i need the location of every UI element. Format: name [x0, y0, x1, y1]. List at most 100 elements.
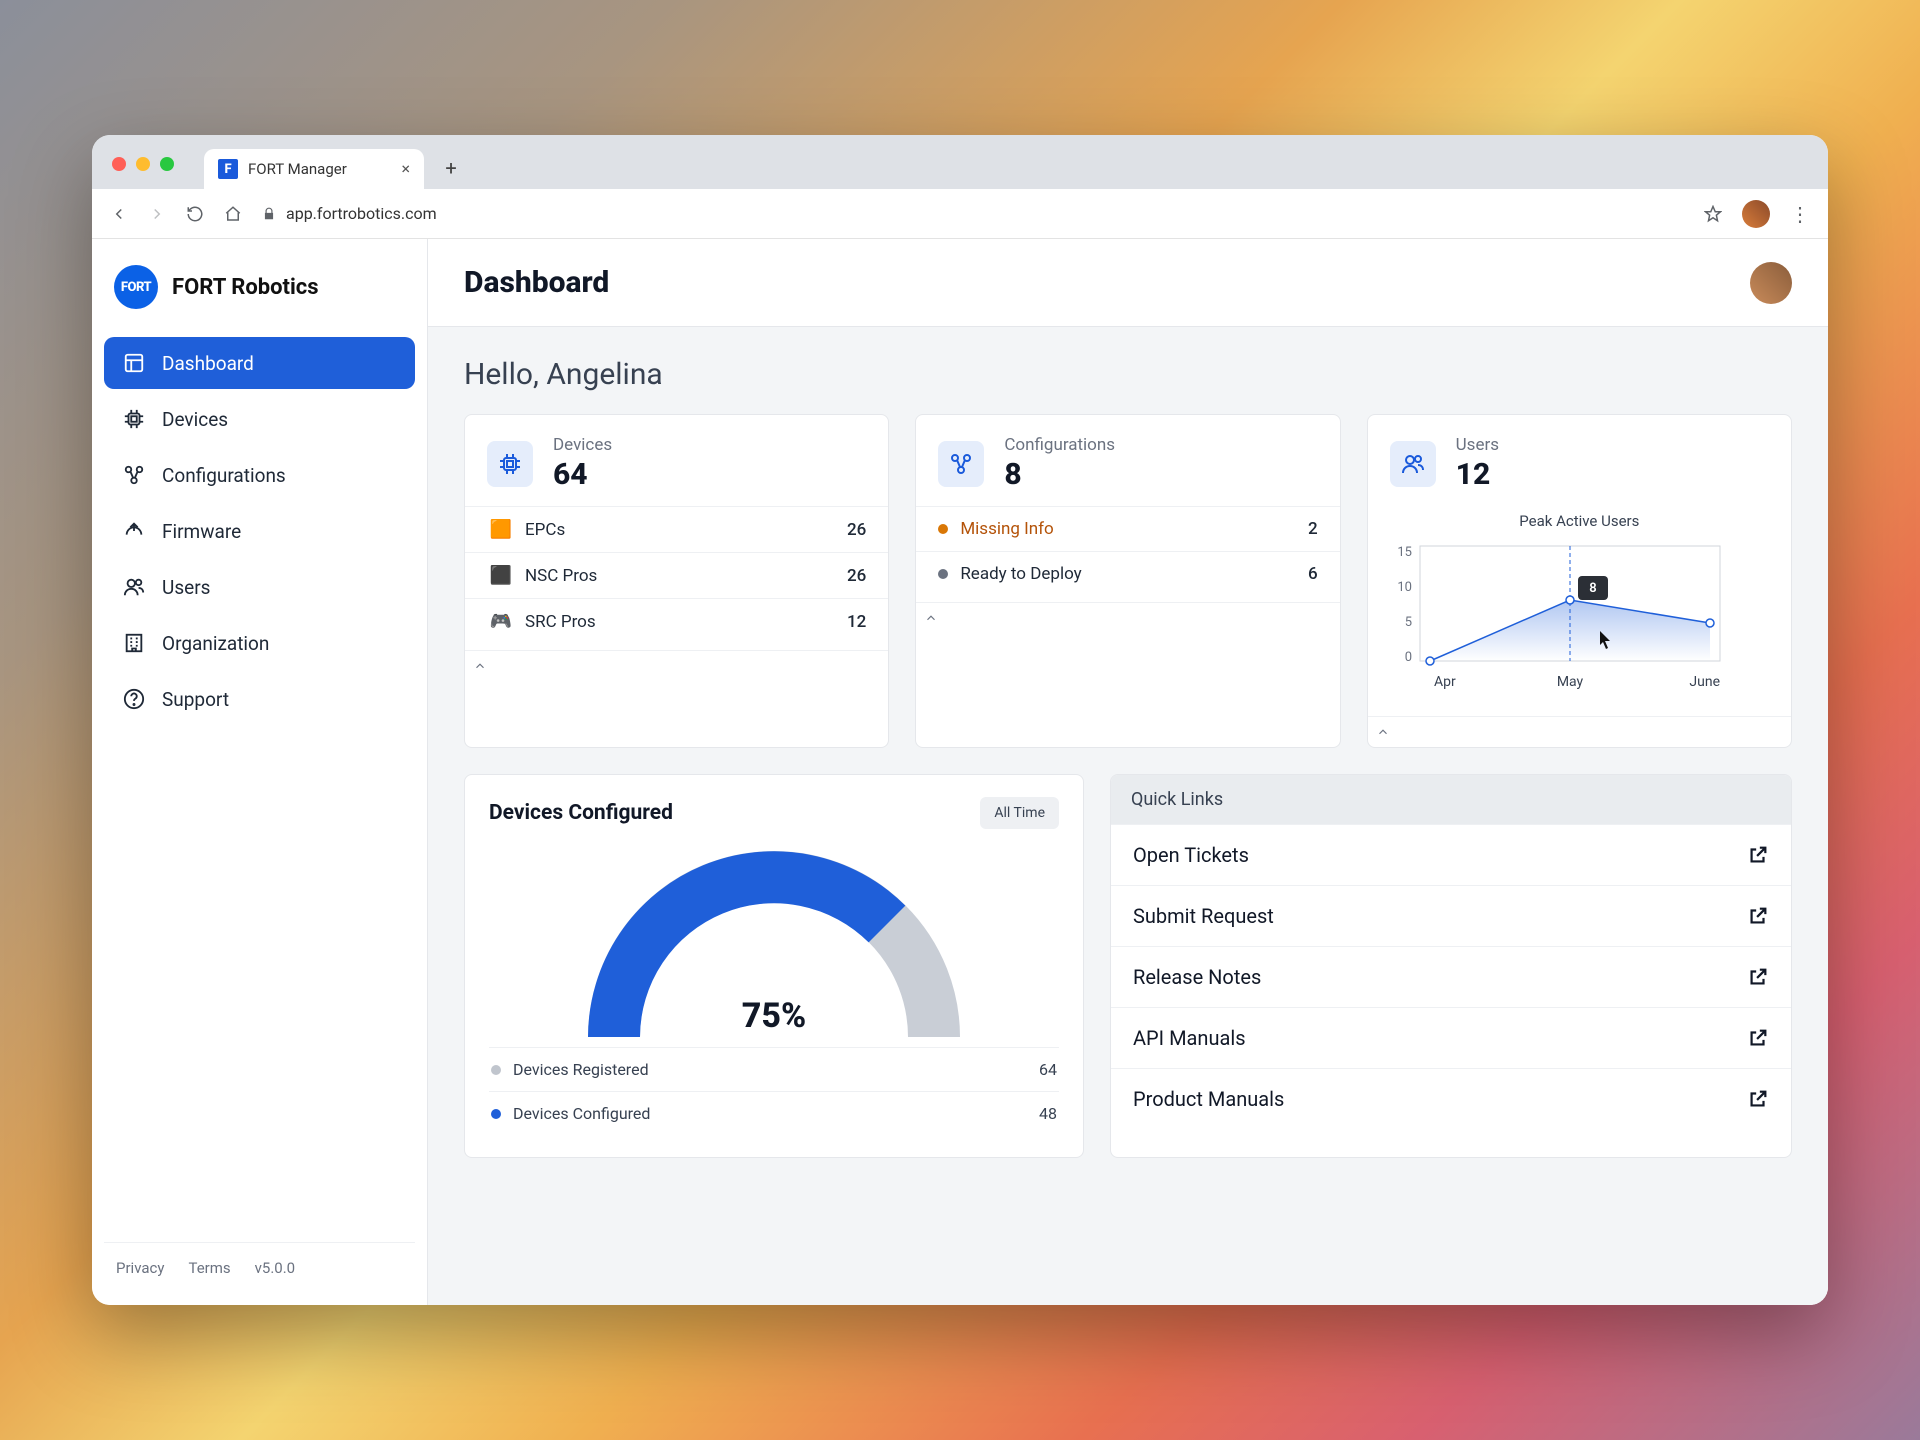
sidebar-item-label: Devices — [162, 408, 228, 431]
svg-text:15: 15 — [1397, 545, 1412, 560]
legend-row: Devices Configured48 — [489, 1091, 1059, 1135]
forward-icon[interactable] — [148, 205, 166, 223]
device-row[interactable]: 🎮SRC Pros12 — [465, 598, 888, 644]
quicklink-open-tickets[interactable]: Open Tickets — [1111, 824, 1791, 885]
svg-text:June: June — [1689, 674, 1720, 690]
external-link-icon — [1747, 905, 1769, 927]
dashboard-icon — [122, 351, 146, 375]
epc-icon: 🟧 — [487, 519, 515, 540]
support-icon — [122, 687, 146, 711]
maximize-window-button[interactable] — [160, 157, 174, 171]
status-dot-warning-icon — [938, 524, 948, 534]
status-dot-neutral-icon — [938, 569, 948, 579]
chevron-up-icon — [1376, 725, 1390, 739]
sidebar-item-label: Dashboard — [162, 352, 254, 375]
lower-row: Devices Configured All Time 75% Devices … — [464, 774, 1792, 1158]
browser-tabbar: F FORT Manager × + — [92, 135, 1828, 189]
sidebar: FORT FORT Robotics Dashboard Devices Con… — [92, 239, 428, 1305]
svg-text:0: 0 — [1404, 650, 1411, 665]
brand: FORT FORT Robotics — [104, 265, 415, 331]
user-avatar[interactable] — [1750, 262, 1792, 304]
users-chart: Peak Active Users 15 10 5 0 — [1368, 506, 1791, 716]
new-tab-button[interactable]: + — [436, 153, 466, 183]
card-title: Configurations — [1004, 435, 1115, 455]
quicklinks-panel: Quick Links Open Tickets Submit Request … — [1110, 774, 1792, 1158]
summary-row: Devices 64 🟧EPCs26 ⬛NSC Pros26 🎮SRC Pros… — [464, 414, 1792, 748]
star-icon[interactable] — [1704, 205, 1722, 223]
sidebar-item-firmware[interactable]: Firmware — [104, 505, 415, 557]
back-icon[interactable] — [110, 205, 128, 223]
sidebar-item-users[interactable]: Users — [104, 561, 415, 613]
collapse-toggle[interactable] — [916, 602, 1339, 633]
external-link-icon — [1747, 844, 1769, 866]
svg-text:May: May — [1556, 674, 1583, 690]
page-title: Dashboard — [464, 265, 609, 300]
chip-icon — [487, 441, 533, 487]
tab-title: FORT Manager — [248, 160, 347, 178]
close-window-button[interactable] — [112, 157, 126, 171]
sidebar-item-label: Configurations — [162, 464, 286, 487]
greeting: Hello, Angelina — [464, 357, 1792, 392]
configurations-card: Configurations 8 Missing Info2 Ready to … — [915, 414, 1340, 748]
sidebar-item-dashboard[interactable]: Dashboard — [104, 337, 415, 389]
src-icon: 🎮 — [487, 611, 515, 632]
sidebar-item-support[interactable]: Support — [104, 673, 415, 725]
reload-icon[interactable] — [186, 205, 204, 223]
chart-title: Peak Active Users — [1390, 512, 1769, 530]
footer-version: v5.0.0 — [255, 1259, 295, 1277]
browser-menu-icon[interactable]: ⋮ — [1790, 202, 1810, 226]
devices-configured-panel: Devices Configured All Time 75% Devices … — [464, 774, 1084, 1158]
footer-terms-link[interactable]: Terms — [188, 1259, 230, 1277]
config-row[interactable]: Ready to Deploy6 — [916, 551, 1339, 596]
legend-dot-icon — [491, 1065, 501, 1075]
external-link-icon — [1747, 1027, 1769, 1049]
quicklink-api-manuals[interactable]: API Manuals — [1111, 1007, 1791, 1068]
quicklink-submit-request[interactable]: Submit Request — [1111, 885, 1791, 946]
browser-tab[interactable]: F FORT Manager × — [204, 149, 424, 189]
config-row[interactable]: Missing Info2 — [916, 506, 1339, 551]
tab-favicon: F — [218, 159, 238, 179]
nsc-icon: ⬛ — [487, 565, 515, 586]
sidebar-item-label: Firmware — [162, 520, 241, 543]
content: Hello, Angelina Devices 64 🟧EPCs26 — [428, 327, 1828, 1305]
home-icon[interactable] — [224, 205, 242, 223]
device-row[interactable]: 🟧EPCs26 — [465, 506, 888, 552]
brand-logo: FORT — [114, 265, 158, 309]
collapse-toggle[interactable] — [465, 650, 888, 681]
config-icon — [122, 463, 146, 487]
sidebar-item-label: Users — [162, 576, 210, 599]
sidebar-item-configurations[interactable]: Configurations — [104, 449, 415, 501]
svg-text:5: 5 — [1404, 615, 1411, 630]
card-count: 8 — [1004, 457, 1115, 492]
panel-title: Devices Configured — [489, 801, 673, 825]
sidebar-item-label: Organization — [162, 632, 269, 655]
window-controls — [112, 157, 174, 171]
collapse-toggle[interactable] — [1368, 716, 1791, 747]
users-card: Users 12 Peak Active Users 15 10 5 — [1367, 414, 1792, 748]
lock-icon — [262, 207, 276, 221]
brand-name: FORT Robotics — [172, 275, 319, 300]
firmware-icon — [122, 519, 146, 543]
browser-window: F FORT Manager × + app.fortrobotics.com … — [92, 135, 1828, 1305]
svg-text:75%: 75% — [742, 996, 806, 1036]
close-tab-icon[interactable]: × — [401, 161, 410, 177]
users-icon — [122, 575, 146, 599]
url-display[interactable]: app.fortrobotics.com — [262, 204, 1684, 223]
users-icon — [1390, 441, 1436, 487]
external-link-icon — [1747, 1088, 1769, 1110]
sidebar-item-devices[interactable]: Devices — [104, 393, 415, 445]
footer-privacy-link[interactable]: Privacy — [116, 1259, 164, 1277]
card-title: Devices — [553, 435, 612, 455]
browser-profile-avatar[interactable] — [1742, 200, 1770, 228]
device-row[interactable]: ⬛NSC Pros26 — [465, 552, 888, 598]
quicklink-release-notes[interactable]: Release Notes — [1111, 946, 1791, 1007]
card-count: 64 — [553, 457, 612, 492]
organization-icon — [122, 631, 146, 655]
quicklink-product-manuals[interactable]: Product Manuals — [1111, 1068, 1791, 1129]
sidebar-item-label: Support — [162, 688, 229, 711]
minimize-window-button[interactable] — [136, 157, 150, 171]
card-count: 12 — [1456, 457, 1499, 492]
sidebar-footer: Privacy Terms v5.0.0 — [104, 1242, 415, 1293]
sidebar-item-organization[interactable]: Organization — [104, 617, 415, 669]
time-filter[interactable]: All Time — [980, 797, 1059, 829]
